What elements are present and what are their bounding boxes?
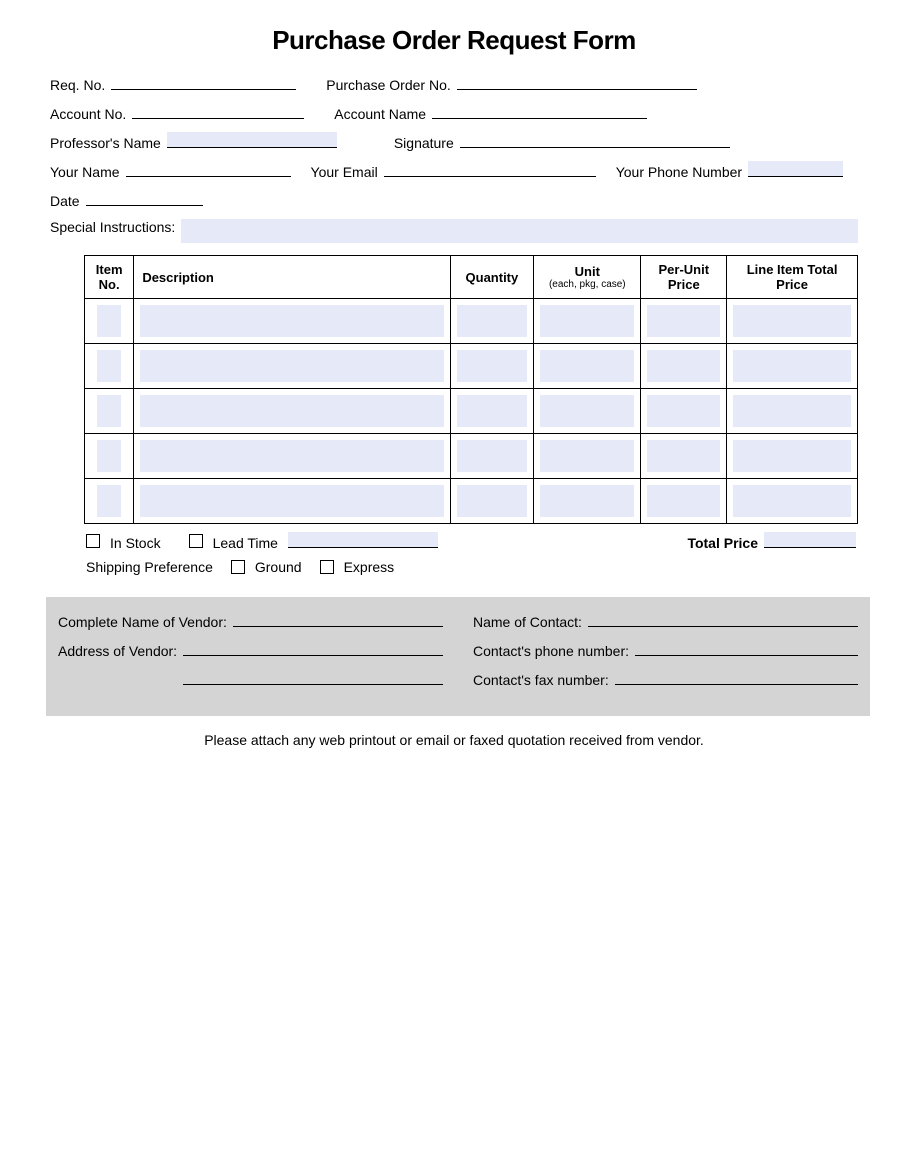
- item-no-input[interactable]: [97, 350, 121, 382]
- per-unit-price-input[interactable]: [647, 350, 720, 382]
- total-price-label: Total Price: [687, 535, 758, 551]
- contact-phone-field[interactable]: [635, 640, 858, 656]
- special-instructions-field[interactable]: [181, 219, 858, 243]
- th-item-no: Item No.: [85, 256, 134, 299]
- quantity-input[interactable]: [457, 350, 528, 382]
- signature-label: Signature: [394, 135, 454, 151]
- line-total-input[interactable]: [733, 485, 851, 517]
- vendor-name-field[interactable]: [233, 611, 443, 627]
- th-unit-text: Unit: [575, 264, 600, 279]
- description-input[interactable]: [140, 350, 443, 382]
- table-row: [85, 434, 858, 479]
- professor-name-field[interactable]: [167, 132, 337, 148]
- description-input[interactable]: [140, 440, 443, 472]
- req-no-field[interactable]: [111, 74, 296, 90]
- req-no-label: Req. No.: [50, 77, 105, 93]
- quantity-input[interactable]: [457, 305, 528, 337]
- lead-time-checkbox[interactable]: [189, 534, 203, 548]
- form-title: Purchase Order Request Form: [50, 25, 858, 56]
- vendor-name-label: Complete Name of Vendor:: [58, 614, 227, 630]
- contact-name-field[interactable]: [588, 611, 858, 627]
- th-unit: Unit (each, pkg, case): [534, 256, 641, 299]
- your-name-label: Your Name: [50, 164, 120, 180]
- unit-input[interactable]: [540, 395, 634, 427]
- account-no-label: Account No.: [50, 106, 126, 122]
- item-no-input[interactable]: [97, 305, 121, 337]
- per-unit-price-input[interactable]: [647, 485, 720, 517]
- your-phone-field[interactable]: [748, 161, 843, 177]
- account-no-field[interactable]: [132, 103, 304, 119]
- vendor-address-field-1[interactable]: [183, 640, 443, 656]
- description-input[interactable]: [140, 485, 443, 517]
- th-description: Description: [134, 256, 450, 299]
- express-label: Express: [344, 559, 395, 575]
- account-name-field[interactable]: [432, 103, 647, 119]
- table-row: [85, 479, 858, 524]
- total-price-field[interactable]: [764, 532, 856, 548]
- unit-input[interactable]: [540, 485, 634, 517]
- th-per-unit-price: Per-Unit Price: [641, 256, 727, 299]
- vendor-address-field-2[interactable]: [183, 669, 443, 685]
- your-name-field[interactable]: [126, 161, 291, 177]
- date-label: Date: [50, 193, 80, 209]
- vendor-section: Complete Name of Vendor: Address of Vend…: [46, 597, 870, 716]
- contact-fax-label: Contact's fax number:: [473, 672, 609, 688]
- line-total-input[interactable]: [733, 350, 851, 382]
- description-input[interactable]: [140, 305, 443, 337]
- quantity-input[interactable]: [457, 440, 528, 472]
- contact-name-label: Name of Contact:: [473, 614, 582, 630]
- vendor-address-label: Address of Vendor:: [58, 643, 177, 659]
- per-unit-price-input[interactable]: [647, 395, 720, 427]
- your-email-field[interactable]: [384, 161, 596, 177]
- professor-name-label: Professor's Name: [50, 135, 161, 151]
- unit-input[interactable]: [540, 350, 634, 382]
- your-phone-label: Your Phone Number: [616, 164, 742, 180]
- ground-label: Ground: [255, 559, 302, 575]
- express-checkbox[interactable]: [320, 560, 334, 574]
- contact-phone-label: Contact's phone number:: [473, 643, 629, 659]
- po-no-field[interactable]: [457, 74, 697, 90]
- th-line-total: Line Item Total Price: [727, 256, 858, 299]
- ground-checkbox[interactable]: [231, 560, 245, 574]
- quantity-input[interactable]: [457, 485, 528, 517]
- item-no-input[interactable]: [97, 440, 121, 472]
- your-email-label: Your Email: [311, 164, 378, 180]
- per-unit-price-input[interactable]: [647, 440, 720, 472]
- lead-time-label: Lead Time: [213, 535, 278, 551]
- in-stock-label: In Stock: [110, 535, 161, 551]
- th-quantity: Quantity: [450, 256, 534, 299]
- signature-field[interactable]: [460, 132, 730, 148]
- item-no-input[interactable]: [97, 485, 121, 517]
- contact-fax-field[interactable]: [615, 669, 858, 685]
- description-input[interactable]: [140, 395, 443, 427]
- line-total-input[interactable]: [733, 440, 851, 472]
- shipping-preference-label: Shipping Preference: [86, 559, 213, 575]
- special-instructions-label: Special Instructions:: [50, 219, 175, 235]
- line-total-input[interactable]: [733, 305, 851, 337]
- in-stock-checkbox[interactable]: [86, 534, 100, 548]
- date-field[interactable]: [86, 190, 203, 206]
- table-row: [85, 344, 858, 389]
- item-no-input[interactable]: [97, 395, 121, 427]
- quantity-input[interactable]: [457, 395, 528, 427]
- account-name-label: Account Name: [334, 106, 426, 122]
- table-row: [85, 299, 858, 344]
- lead-time-field[interactable]: [288, 532, 438, 548]
- footnote: Please attach any web printout or email …: [50, 732, 858, 748]
- unit-input[interactable]: [540, 305, 634, 337]
- per-unit-price-input[interactable]: [647, 305, 720, 337]
- th-unit-sub: (each, pkg, case): [542, 279, 632, 290]
- table-row: [85, 389, 858, 434]
- po-no-label: Purchase Order No.: [326, 77, 451, 93]
- line-total-input[interactable]: [733, 395, 851, 427]
- items-table: Item No. Description Quantity Unit (each…: [84, 255, 858, 524]
- unit-input[interactable]: [540, 440, 634, 472]
